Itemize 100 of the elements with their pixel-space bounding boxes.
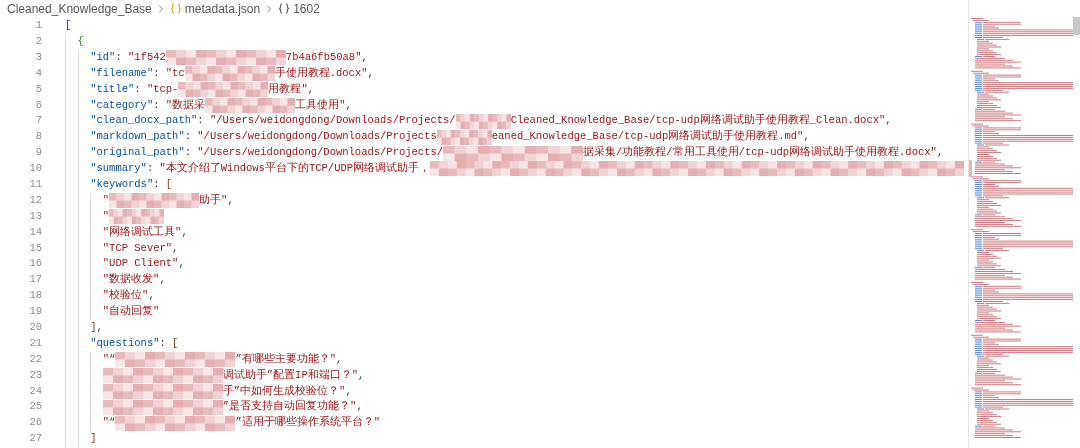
json-key: "original_path" [90, 145, 185, 161]
line-number: 19 [28, 304, 42, 320]
line-number: 7 [34, 113, 42, 129]
line-number: 3 [34, 49, 42, 65]
bracket: { [77, 33, 84, 49]
json-string: 7b4a6fb50a8" [285, 49, 362, 65]
braces-icon [278, 3, 291, 14]
json-string: "数据采 [165, 97, 206, 113]
line-number: 12 [28, 192, 42, 208]
json-string: "1f542 [128, 49, 166, 65]
line-number: 10 [28, 161, 42, 177]
line-number: 23 [28, 367, 42, 383]
json-string: "/Users/weidongdong/Downloads/Projects [197, 129, 437, 145]
json-string: "网络调试工具" [102, 224, 182, 240]
json-key: "title" [90, 81, 135, 98]
punctuation: , [178, 256, 185, 272]
punctuation: : [197, 113, 205, 129]
line-number: 15 [28, 240, 42, 256]
json-key: "keywords" [90, 176, 154, 193]
json-string: "UDP Client" [102, 256, 179, 272]
json-string: "“ [102, 351, 116, 367]
punctuation: , [356, 399, 363, 415]
punctuation: : [153, 65, 161, 81]
punctuation: , [803, 129, 810, 145]
line-number: 18 [28, 288, 42, 304]
punctuation: , [367, 65, 374, 81]
json-string: "TCP Sever" [102, 240, 173, 256]
punctuation: : [153, 97, 161, 113]
punctuation: , [361, 49, 368, 65]
breadcrumb-item[interactable]: 1602 [293, 0, 320, 18]
punctuation: : [184, 145, 192, 161]
punctuation: , [336, 351, 343, 367]
line-number: 11 [28, 176, 42, 192]
json-string: "数据收发" [102, 272, 160, 288]
json-string: "/Users/weidongdong/Downloads/Projects/ [209, 113, 456, 129]
line-number: 27 [28, 431, 42, 447]
pixelated-block [455, 113, 511, 129]
json-string: eaned_Knowledge_Base/tcp-udp网络调试助手使用教程.md" [491, 129, 804, 145]
bracket: [ [165, 176, 173, 192]
json-string: "校验位" [102, 288, 149, 304]
bracket: [ [65, 18, 72, 34]
punctuation: , [181, 224, 188, 240]
line-number: 4 [34, 65, 42, 81]
json-key: "category" [90, 97, 154, 114]
line-number: 22 [28, 351, 42, 367]
line-number: 25 [28, 399, 42, 415]
punctuation: , [936, 145, 944, 161]
line-number: 8 [34, 129, 42, 145]
line-number: 13 [28, 208, 42, 224]
punctuation: , [148, 288, 155, 304]
json-string: 据采集/功能教程/常用工具使用/tcp-udp网络调试助手使用教程.docx" [583, 145, 937, 161]
punctuation: : [115, 49, 123, 65]
line-number: 21 [28, 335, 42, 351]
json-string: "tc [165, 65, 185, 81]
json-string: "/Users/weidongdong/Downloads/Projects/ [197, 145, 444, 161]
line-number: 9 [34, 145, 42, 161]
line-number: 6 [34, 97, 42, 113]
breadcrumb-item[interactable]: Cleaned_Knowledge_Base [7, 0, 152, 18]
json-key: "markdown_path" [90, 129, 185, 146]
punctuation: : [134, 81, 142, 97]
line-number: 5 [34, 81, 42, 97]
punctuation: , [345, 97, 352, 113]
punctuation: , [96, 320, 103, 335]
bracket: [ [172, 335, 179, 351]
breadcrumb-item[interactable]: metadata.json [184, 0, 261, 18]
json-string: 工具使用" [295, 97, 346, 113]
punctuation: , [358, 367, 365, 383]
punctuation: , [227, 192, 234, 208]
line-number: 1 [34, 18, 42, 34]
json-string: ”有哪些主要功能？" [235, 351, 336, 367]
json-key: "id" [90, 49, 116, 66]
scrollbar-thumb[interactable] [1073, 17, 1080, 35]
json-string: "本文介绍了Windows平台下的TCP/UDP网络调试助手， [159, 161, 431, 177]
line-number: 17 [28, 272, 42, 288]
json-key: "clean_docx_path" [90, 113, 198, 130]
json-key: "filename" [90, 65, 154, 82]
json-string: 用教程" [268, 81, 308, 97]
json-string: ”适用于哪些操作系统平台？" [235, 415, 380, 431]
punctuation: : [184, 129, 192, 145]
json-string: "自动回复" [102, 304, 160, 320]
json-string: 助手" [199, 192, 228, 208]
json-string: 手使用教程.docx" [274, 65, 368, 81]
line-number: 16 [28, 256, 42, 272]
punctuation: , [885, 113, 892, 129]
punctuation: , [307, 81, 315, 97]
bracket: ] [90, 431, 97, 447]
json-string: 手”中如何生成校验位？" [222, 383, 346, 399]
json-string: " [102, 192, 110, 208]
line-number: 26 [28, 415, 42, 431]
json-key: "summary" [90, 161, 147, 177]
punctuation: , [172, 240, 179, 256]
line-number: 20 [28, 320, 42, 335]
punctuation: : [159, 335, 167, 351]
line-number: 14 [28, 224, 42, 240]
punctuation: : [153, 176, 161, 192]
json-string: "“ [102, 415, 116, 431]
json-string: ”是否支持自动回复功能？" [222, 399, 357, 415]
punctuation: , [345, 383, 352, 399]
line-number: 24 [28, 383, 42, 399]
punctuation: , [159, 272, 166, 288]
